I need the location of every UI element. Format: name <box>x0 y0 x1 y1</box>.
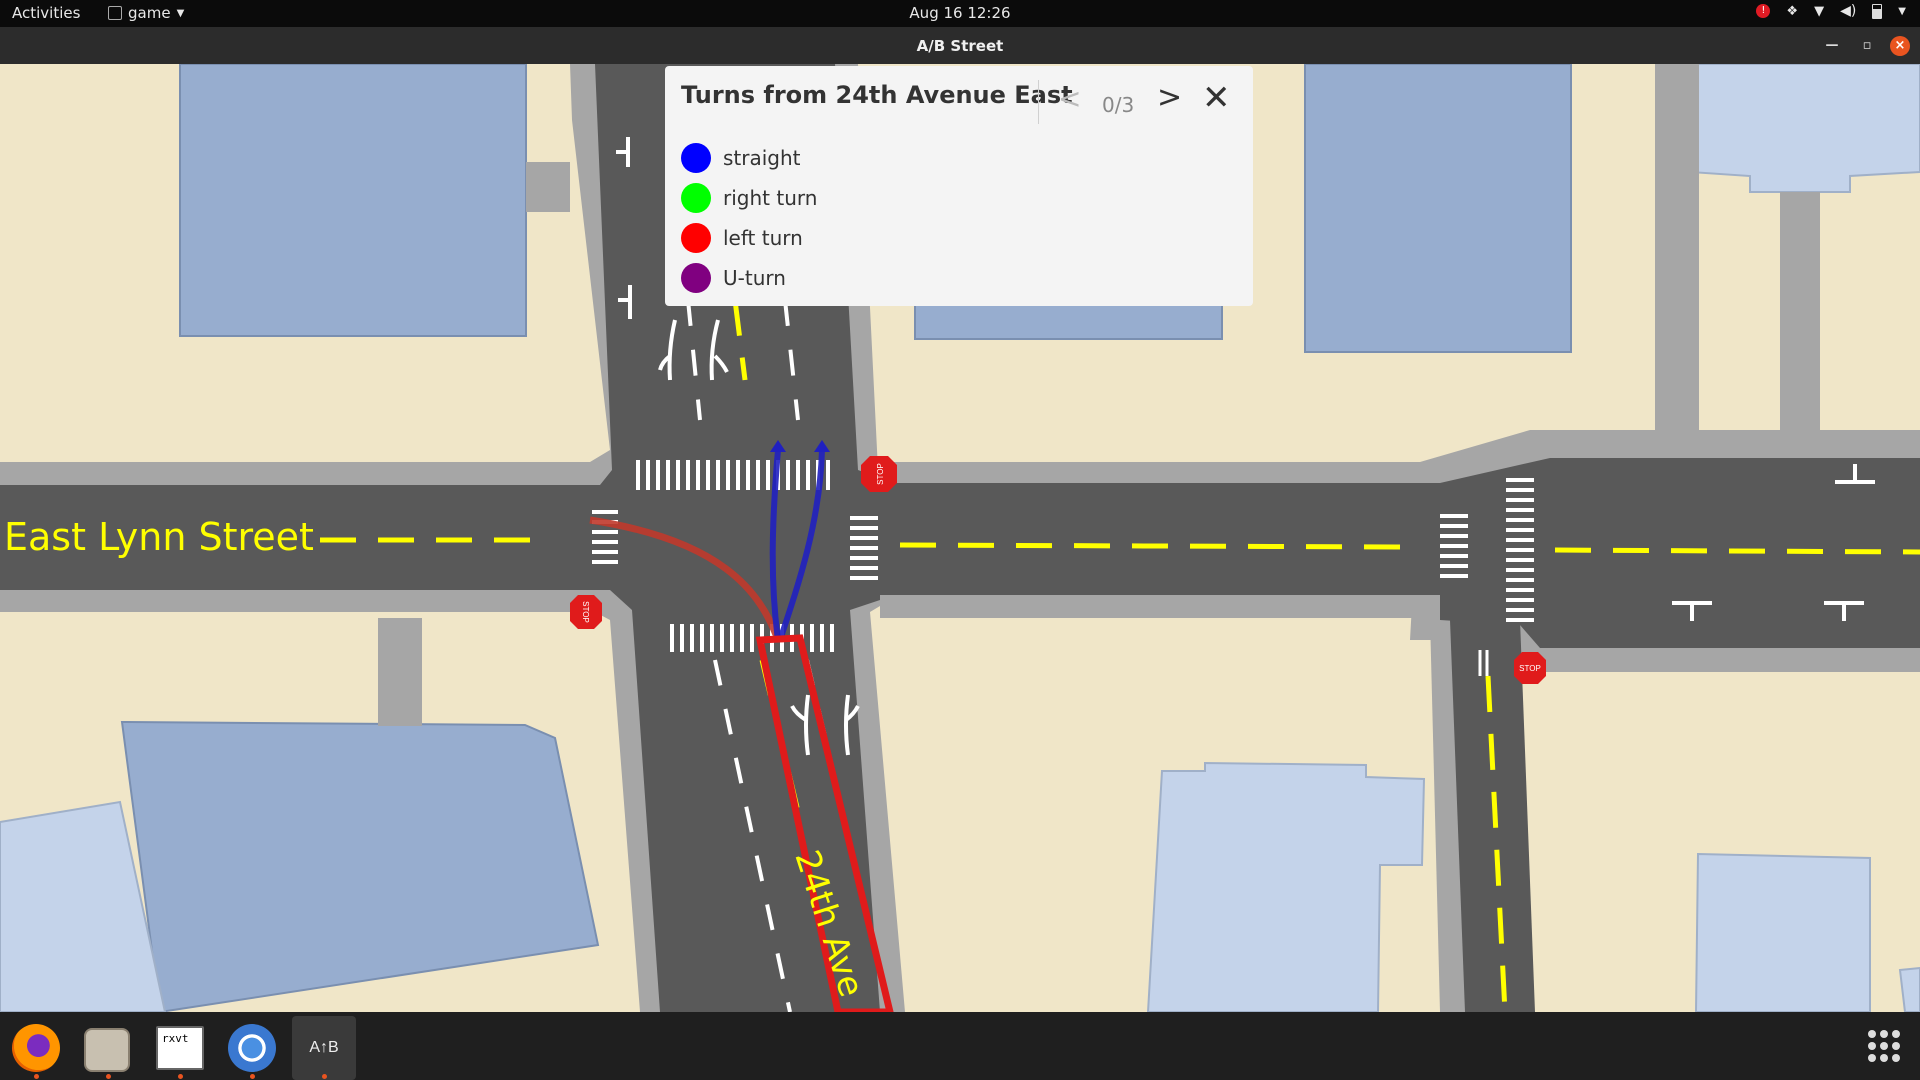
turns-panel: Turns from 24th Avenue East < 0/3 > ✕ st… <box>665 66 1253 306</box>
rxvt-icon[interactable]: rxvt <box>156 1026 204 1070</box>
legend-swatch <box>681 223 711 253</box>
running-indicator <box>34 1074 39 1079</box>
files-icon[interactable] <box>84 1028 130 1072</box>
legend-item-left-turn: left turn <box>681 218 817 258</box>
window-title: A/B Street <box>916 37 1004 55</box>
center-line <box>899 542 1411 550</box>
activities-button[interactable]: Activities <box>12 4 80 22</box>
battery-icon[interactable] <box>1872 3 1883 19</box>
running-indicator <box>322 1074 327 1079</box>
app-menu[interactable]: game ▼ <box>108 4 184 22</box>
abstreet-icon[interactable]: A↑B <box>292 1016 356 1080</box>
notification-alert-icon[interactable]: ! <box>1756 4 1771 18</box>
close-window-icon[interactable]: × <box>1890 36 1910 56</box>
app-menu-label: game <box>128 4 171 22</box>
panel-title: Turns from 24th Avenue East <box>681 81 1073 109</box>
building <box>1146 761 1426 1012</box>
turn-legend: straight right turn left turn U-turn <box>681 138 817 298</box>
legend-item-right-turn: right turn <box>681 178 817 218</box>
system-tray[interactable]: ! ❖ ▼ ◀) ▼ <box>1756 3 1906 19</box>
app-menu-icon <box>108 6 122 20</box>
close-icon[interactable]: ✕ <box>1202 78 1231 118</box>
stop-sign-label: STOP <box>581 601 590 623</box>
stop-sign-label: STOP <box>1519 664 1541 673</box>
chevron-down-icon: ▼ <box>176 7 185 19</box>
panel-divider <box>1038 80 1039 124</box>
legend-item-straight: straight <box>681 138 817 178</box>
legend-swatch <box>681 263 711 293</box>
building <box>1694 852 1871 1012</box>
volume-icon[interactable]: ◀) <box>1840 3 1856 19</box>
legend-label: U-turn <box>723 266 786 290</box>
running-indicator <box>106 1074 111 1079</box>
stop-sign-label: STOP <box>876 463 885 485</box>
building <box>1689 64 1920 193</box>
legend-swatch <box>681 183 711 213</box>
wifi-icon[interactable]: ▼ <box>1814 4 1824 19</box>
legend-label: straight <box>723 146 801 170</box>
minimize-icon[interactable]: — <box>1822 36 1842 56</box>
previous-icon[interactable]: < <box>1058 82 1081 115</box>
rxvt-label: rxvt <box>162 1032 189 1045</box>
dropbox-icon[interactable]: ❖ <box>1786 4 1798 19</box>
dock: rxvt A↑B <box>0 1012 1920 1080</box>
maximize-icon[interactable]: ▫ <box>1857 36 1877 56</box>
legend-label: right turn <box>723 186 818 210</box>
building <box>179 64 527 337</box>
building <box>1304 64 1572 353</box>
building <box>1898 966 1920 1012</box>
street-label-east-lynn: East Lynn Street <box>4 515 314 559</box>
top-bar: Activities game ▼ Aug 16 12:26 ! ❖ ▼ ◀) … <box>0 0 1920 27</box>
turn-counter: 0/3 <box>1102 93 1135 117</box>
legend-item-u-turn: U-turn <box>681 258 817 298</box>
show-apps-icon[interactable] <box>1868 1030 1900 1062</box>
window-title-bar[interactable]: A/B Street — ▫ × <box>0 27 1920 64</box>
building <box>120 720 600 1012</box>
running-indicator <box>178 1074 183 1079</box>
next-icon[interactable]: > <box>1157 80 1182 115</box>
legend-label: left turn <box>723 226 803 250</box>
running-indicator <box>250 1074 255 1079</box>
legend-swatch <box>681 143 711 173</box>
firefox-icon[interactable] <box>12 1024 60 1072</box>
chromium-icon[interactable] <box>228 1024 276 1072</box>
clock[interactable]: Aug 16 12:26 <box>909 4 1010 22</box>
system-menu-chevron-icon[interactable]: ▼ <box>1898 6 1906 17</box>
